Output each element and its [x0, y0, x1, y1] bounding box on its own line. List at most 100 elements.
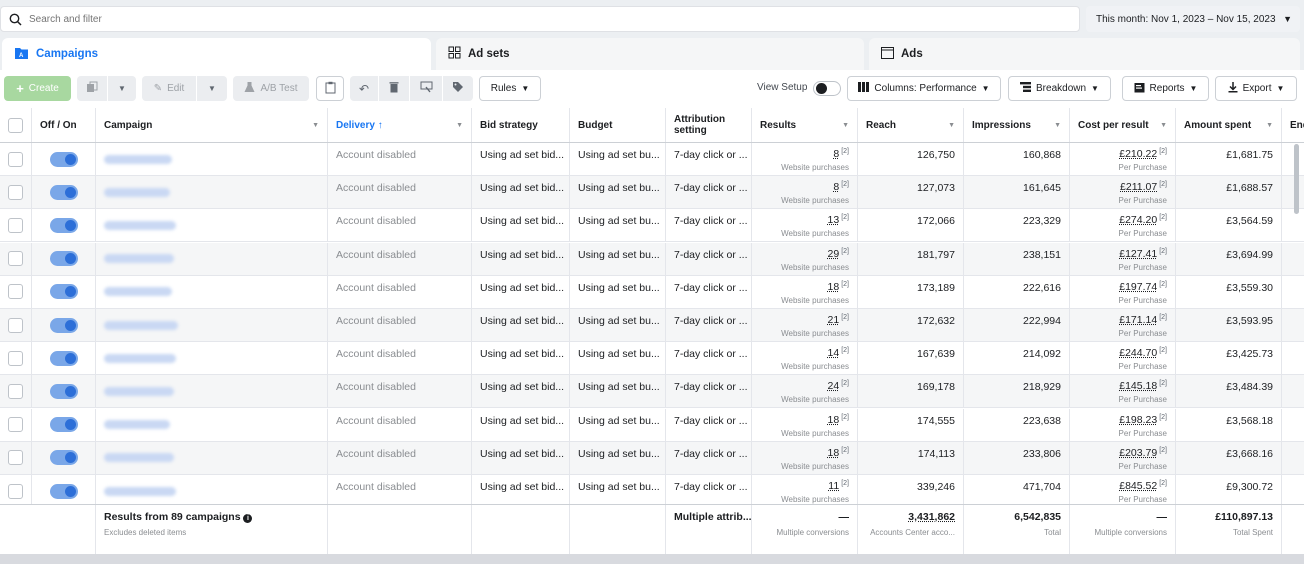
col-delivery[interactable]: Delivery ↑ ▼ — [328, 108, 472, 142]
table-row[interactable]: Account disabled Using ad set bid... Using… — [0, 275, 1304, 309]
results-value[interactable]: 24 — [828, 380, 840, 392]
col-bid-strategy[interactable]: Bid strategy — [472, 108, 570, 142]
campaign-on-toggle[interactable] — [49, 217, 78, 233]
table-row[interactable]: Account disabled Using ad set bid... Using… — [0, 209, 1304, 243]
tab-campaigns[interactable]: A Campaigns — [2, 38, 431, 70]
campaign-name-cell[interactable] — [96, 176, 328, 209]
rules-button[interactable]: Rules ▼ — [479, 76, 541, 101]
search-bar[interactable] — [0, 6, 1080, 32]
campaign-name-redacted[interactable] — [104, 353, 176, 363]
campaign-on-toggle[interactable] — [49, 184, 78, 200]
campaign-name-redacted[interactable] — [104, 220, 176, 230]
results-value[interactable]: 18 — [828, 447, 840, 459]
row-checkbox[interactable] — [8, 417, 23, 433]
col-ends[interactable]: End — [1282, 108, 1304, 142]
campaign-name-cell[interactable] — [96, 275, 328, 308]
campaign-name-cell[interactable] — [96, 475, 328, 507]
campaign-on-toggle[interactable] — [49, 483, 78, 499]
reports-button[interactable]: Reports ▼ — [1122, 76, 1209, 101]
table-row[interactable]: Account disabled Using ad set bid... Using… — [0, 176, 1304, 210]
view-setup-toggle[interactable] — [813, 81, 841, 96]
table-row[interactable]: Account disabled Using ad set bid... Using… — [0, 309, 1304, 342]
cost-per-result-value[interactable]: £274.20 — [1119, 214, 1157, 226]
clipboard-button[interactable] — [316, 76, 344, 101]
results-value[interactable]: 13 — [828, 214, 840, 226]
cost-per-result-value[interactable]: £845.52 — [1119, 480, 1157, 492]
export-button[interactable]: Export ▼ — [1215, 76, 1297, 101]
col-reach[interactable]: Reach ▼ — [858, 108, 964, 142]
col-impressions[interactable]: Impressions ▼ — [964, 108, 1070, 142]
col-results[interactable]: Results ▼ — [752, 108, 858, 142]
campaign-on-toggle[interactable] — [49, 383, 78, 399]
campaign-name-cell[interactable] — [96, 408, 328, 441]
campaign-name-redacted[interactable] — [104, 187, 170, 197]
date-range-picker[interactable]: This month: Nov 1, 2023 – Nov 15, 2023 ▼ — [1086, 6, 1300, 32]
row-checkbox[interactable] — [8, 251, 23, 267]
col-amount-spent[interactable]: Amount spent ▼ — [1176, 108, 1282, 142]
campaign-on-toggle[interactable] — [49, 350, 78, 366]
row-checkbox[interactable] — [8, 284, 23, 300]
preview-button[interactable] — [410, 76, 442, 101]
create-button[interactable]: + Create — [4, 76, 71, 101]
row-checkbox[interactable] — [8, 151, 23, 167]
table-row[interactable]: Account disabled Using ad set bid... Using… — [0, 375, 1304, 409]
col-cost-per-result[interactable]: Cost per result ▼ — [1070, 108, 1176, 142]
cost-per-result-value[interactable]: £203.79 — [1119, 447, 1157, 459]
table-row[interactable]: Account disabled Using ad set bid... Using… — [0, 143, 1304, 176]
results-value[interactable]: 29 — [828, 248, 840, 260]
col-campaign[interactable]: Campaign ▼ — [96, 108, 328, 142]
cost-per-result-value[interactable]: £197.74 — [1119, 281, 1157, 293]
select-all-checkbox[interactable] — [8, 117, 23, 133]
undo-button[interactable]: ↶ — [350, 76, 378, 101]
duplicate-dropdown[interactable]: ▼ — [108, 76, 136, 101]
search-input[interactable] — [29, 13, 929, 25]
row-checkbox[interactable] — [8, 450, 23, 466]
row-checkbox[interactable] — [8, 217, 23, 233]
cost-per-result-value[interactable]: £198.23 — [1119, 414, 1157, 426]
columns-button[interactable]: Columns: Performance ▼ — [847, 76, 1001, 101]
tab-ad-sets[interactable]: Ad sets — [436, 38, 864, 70]
duplicate-button[interactable] — [77, 76, 107, 101]
row-checkbox[interactable] — [8, 317, 23, 333]
cost-per-result-value[interactable]: £127.41 — [1119, 248, 1157, 260]
cost-per-result-value[interactable]: £211.07 — [1120, 181, 1157, 193]
campaign-name-redacted[interactable] — [104, 287, 172, 297]
campaign-name-redacted[interactable] — [104, 453, 174, 463]
cost-per-result-value[interactable]: £171.14 — [1119, 314, 1157, 326]
campaign-name-cell[interactable] — [96, 375, 328, 408]
campaign-name-cell[interactable] — [96, 143, 328, 175]
breakdown-button[interactable]: Breakdown ▼ — [1008, 76, 1111, 101]
campaign-name-cell[interactable] — [96, 242, 328, 275]
tag-button[interactable] — [443, 76, 473, 101]
edit-dropdown[interactable]: ▼ — [197, 76, 227, 101]
campaign-name-redacted[interactable] — [104, 486, 176, 496]
campaign-on-toggle[interactable] — [49, 317, 78, 333]
col-budget[interactable]: Budget — [570, 108, 666, 142]
results-value[interactable]: 14 — [828, 347, 840, 359]
row-checkbox[interactable] — [8, 483, 23, 499]
campaign-name-redacted[interactable] — [104, 386, 174, 396]
results-value[interactable]: 11 — [828, 480, 839, 492]
cost-per-result-value[interactable]: £145.18 — [1119, 380, 1157, 392]
vertical-scrollbar[interactable] — [1294, 144, 1299, 214]
results-value[interactable]: 18 — [828, 281, 840, 293]
table-row[interactable]: Account disabled Using ad set bid... Using… — [0, 441, 1304, 475]
results-value[interactable]: 8 — [833, 181, 839, 193]
row-checkbox[interactable] — [8, 350, 23, 366]
campaign-name-redacted[interactable] — [104, 154, 172, 164]
campaign-name-redacted[interactable] — [104, 320, 178, 330]
row-checkbox[interactable] — [8, 184, 23, 200]
campaign-on-toggle[interactable] — [49, 251, 78, 267]
table-row[interactable]: Account disabled Using ad set bid... Using… — [0, 408, 1304, 442]
campaign-on-toggle[interactable] — [49, 284, 78, 300]
col-attribution[interactable]: Attribution setting — [666, 108, 752, 142]
results-value[interactable]: 21 — [828, 314, 840, 326]
ab-test-button[interactable]: A/B Test — [233, 76, 309, 101]
campaign-name-cell[interactable] — [96, 309, 328, 341]
campaign-name-redacted[interactable] — [104, 254, 174, 264]
delete-button[interactable] — [379, 76, 409, 101]
table-row[interactable]: Account disabled Using ad set bid... Using… — [0, 242, 1304, 276]
campaign-name-cell[interactable] — [96, 209, 328, 242]
campaign-name-redacted[interactable] — [104, 420, 170, 430]
campaign-on-toggle[interactable] — [49, 151, 78, 167]
